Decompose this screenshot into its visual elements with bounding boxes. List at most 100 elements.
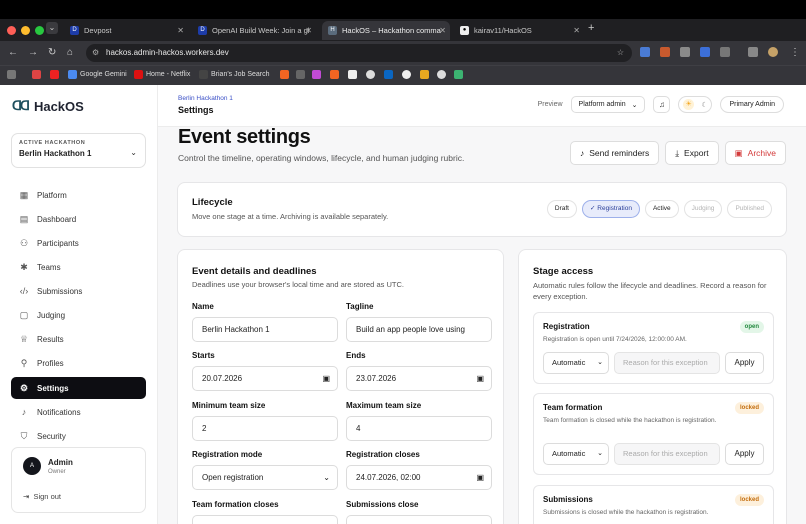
browser-tab[interactable]: D Devpost ✕ [64,21,188,40]
sign-out-button[interactable]: ⇥ Sign out [23,492,61,501]
sun-icon[interactable]: ☀ [683,99,695,110]
bookmark-icon[interactable] [454,70,463,79]
close-tab-icon[interactable]: ✕ [439,26,446,35]
browser-tab[interactable]: ● kairav11/HackOS ✕ [454,21,584,40]
access-mode-select[interactable]: Automatic ⌄ [543,443,609,465]
breadcrumb-parent[interactable]: Berlin Hackathon 1 [178,95,233,102]
extension-icon[interactable] [680,47,690,57]
sidebar-item-submissions[interactable]: ‹/› Submissions [11,280,146,302]
calendar-icon[interactable]: ▣ [476,466,484,489]
bookmark-icon[interactable] [366,70,375,79]
team-formation-closes-label: Team formation closes [192,500,279,509]
github-bookmark-icon[interactable] [402,70,411,79]
sidebar-item-profiles[interactable]: ⚲ Profiles [11,352,146,374]
calendar-icon[interactable]: ▣ [476,367,484,390]
chevron-down-icon: ⌄ [597,359,603,366]
apply-button[interactable]: Apply [725,443,764,465]
bookmark-job-search[interactable]: Brian's Job Search [199,70,270,79]
hackathon-selector[interactable]: ACTIVE HACKATHON Berlin Hackathon 1 ⌄ [11,133,146,168]
max-team-size-input[interactable]: 4 [346,416,492,441]
profile-avatar-icon[interactable] [768,47,778,57]
stage-judging-button[interactable]: Judging [683,200,723,218]
theme-toggle[interactable]: ☀ ☾ [678,96,713,113]
sidebar-item-notifications[interactable]: ♪ Notifications [11,401,146,423]
bookmark-icon[interactable] [330,70,339,79]
stage-published-button[interactable]: Published [727,200,772,218]
home-icon[interactable]: ⌂ [67,47,73,58]
min-team-size-input[interactable]: 2 [192,416,338,441]
tab-search-button[interactable]: ⌄ [46,22,58,34]
bookmark-icon[interactable] [420,70,429,79]
extension-icon[interactable] [640,47,650,57]
ends-date-input[interactable]: 23.07.2026 ▣ [346,366,492,391]
stage-registration-button[interactable]: ✓ Registration [582,200,640,218]
team-formation-closes-input[interactable] [192,515,338,524]
new-tab-button[interactable]: + [588,22,594,34]
close-window-button[interactable] [7,26,16,35]
bookmark-icon[interactable] [312,70,321,79]
brand[interactable]: ᗡᗡ HackOS [12,98,84,114]
browser-tab-active[interactable]: H HackOS – Hackathon comma ✕ [322,21,450,40]
notifications-bell-button[interactable]: ♫ [653,96,671,113]
access-stage-description: Registration is open until 7/24/2026, 12… [543,336,687,343]
bookmark-icon[interactable] [280,70,289,79]
address-bar[interactable]: ⚙ hackos.admin-hackos.workers.dev ☆ [86,44,632,62]
export-button[interactable]: ⤓ Export [665,141,719,165]
moon-icon[interactable]: ☾ [702,101,708,109]
calendar-icon[interactable]: ▣ [322,367,330,390]
forward-icon[interactable]: → [28,47,38,58]
access-mode-select[interactable]: Automatic ⌄ [543,352,609,374]
sidebar-item-participants[interactable]: ⚇ Participants [11,232,146,254]
sidebar-item-label: Settings [37,383,69,393]
apps-grid-icon[interactable] [7,70,16,79]
stage-active-button[interactable]: Active [644,200,679,218]
maximize-window-button[interactable] [35,26,44,35]
starts-date-input[interactable]: 20.07.2026 ▣ [192,366,338,391]
min-team-size-label: Minimum team size [192,401,266,410]
sidebar-item-settings[interactable]: ⚙ Settings [11,377,146,399]
sidebar-item-dashboard[interactable]: ▤ Dashboard [11,208,146,230]
send-reminders-button[interactable]: ♪ Send reminders [570,141,660,165]
extension-icon[interactable] [660,47,670,57]
status-badge: locked [734,402,764,414]
close-tab-icon[interactable]: ✕ [177,26,184,35]
tagline-input[interactable]: Build an app people love using [346,317,492,342]
sidebar-item-results[interactable]: ♕ Results [11,328,146,350]
bookmark-star-icon[interactable]: ☆ [617,44,624,62]
extensions-puzzle-icon[interactable] [720,47,730,57]
bookmark-icon[interactable] [296,70,305,79]
close-tab-icon[interactable]: ✕ [573,26,580,35]
access-mode-value: Automatic [552,358,586,367]
minimize-window-button[interactable] [21,26,30,35]
role-badge[interactable]: Primary Admin [720,96,784,113]
bookmark-gemini[interactable]: Google Gemini [68,70,127,79]
apply-button[interactable]: Apply [725,352,764,374]
back-icon[interactable]: ← [8,47,18,58]
reload-icon[interactable]: ↻ [48,47,56,58]
sidebar-item-platform[interactable]: ▦ Platform [11,184,146,206]
archive-button[interactable]: ▣ Archive [724,141,786,165]
registration-mode-select[interactable]: Open registration ⌄ [192,465,338,490]
sidebar-item-security[interactable]: ⛉ Security [11,425,146,447]
download-icon[interactable] [748,47,758,57]
extension-icon[interactable] [700,47,710,57]
sidebar-item-teams[interactable]: ✱ Teams [11,256,146,278]
exception-reason-input[interactable]: Reason for this exception [614,352,720,374]
bookmark-netflix[interactable]: Home - Netflix [134,70,190,79]
bookmark-icon[interactable] [348,70,357,79]
stage-draft-button[interactable]: Draft [546,200,577,218]
gmail-bookmark-icon[interactable] [32,70,41,79]
name-input[interactable]: Berlin Hackathon 1 [192,317,338,342]
youtube-bookmark-icon[interactable] [50,70,59,79]
close-tab-icon[interactable]: ✕ [305,26,312,35]
browser-tab[interactable]: D OpenAI Build Week: Join a gl ✕ [192,21,316,40]
site-info-icon[interactable]: ⚙ [92,44,99,62]
exception-reason-input[interactable]: Reason for this exception [614,443,720,465]
menu-kebab-icon[interactable]: ⋮ [790,47,800,58]
registration-closes-input[interactable]: 24.07.2026, 02:00 ▣ [346,465,492,490]
preview-role-select[interactable]: Platform admin ⌄ [570,96,646,113]
linkedin-bookmark-icon[interactable] [384,70,393,79]
bookmark-icon[interactable] [437,70,446,79]
sidebar-item-judging[interactable]: ▢ Judging [11,304,146,326]
submissions-close-input[interactable] [346,515,492,524]
